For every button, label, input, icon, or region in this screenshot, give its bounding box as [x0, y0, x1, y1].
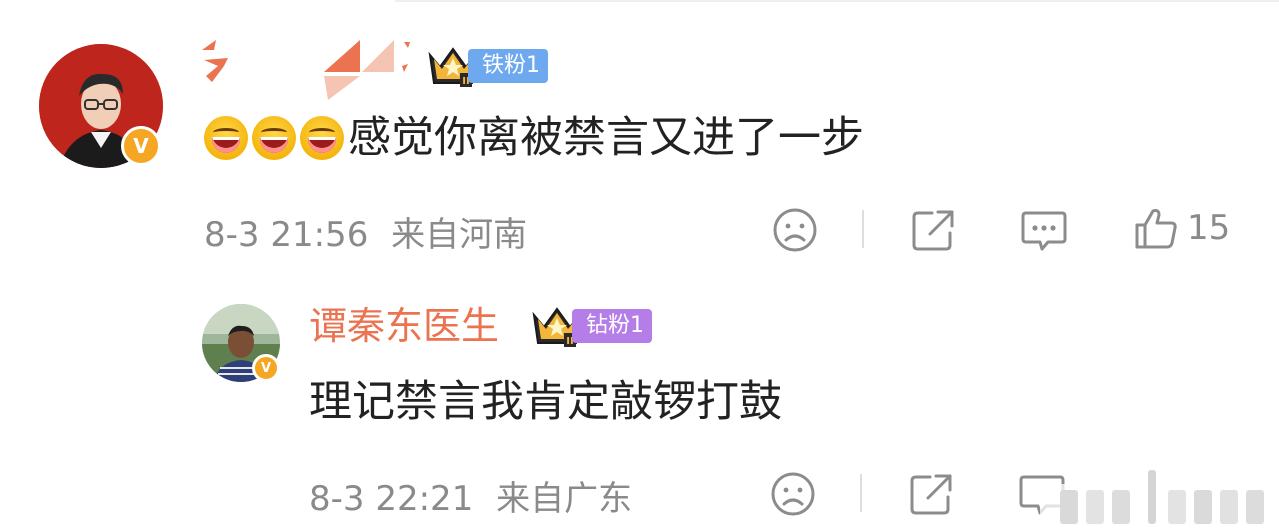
share-button[interactable]: [908, 471, 954, 517]
grinning-face-emoji: [300, 116, 344, 160]
avatar[interactable]: V: [39, 44, 163, 168]
fan-badge[interactable]: II 钻粉1: [530, 305, 652, 347]
like-button[interactable]: 15: [1133, 205, 1230, 251]
like-count: 15: [1187, 208, 1231, 248]
action-divider: [862, 210, 864, 248]
comment-time: 8-3 21:56: [204, 215, 369, 255]
reply-button[interactable]: [1020, 207, 1068, 253]
fan-badge-label: 铁粉1: [468, 49, 548, 83]
share-icon: [910, 474, 952, 515]
action-divider: [860, 474, 862, 512]
watermark: [1040, 470, 1279, 531]
share-icon: [912, 210, 954, 251]
comment-text: 感觉你离被禁言又进了一步: [204, 110, 864, 166]
frown-icon: [771, 472, 815, 516]
comment-text: 理记禁言我肯定敲锣打鼓: [309, 374, 782, 430]
frown-icon: [773, 208, 817, 252]
comment-location: 来自广东: [496, 479, 633, 519]
thumbs-up-icon: [1135, 209, 1177, 249]
comment-meta: 8-3 21:56 来自河南: [204, 207, 527, 256]
comment-icon: [1021, 211, 1067, 251]
grinning-face-emoji: [252, 116, 296, 160]
share-button[interactable]: [910, 207, 956, 253]
dislike-button[interactable]: [772, 207, 818, 253]
username-obscured[interactable]: [198, 36, 418, 100]
verified-badge-icon: V: [252, 354, 280, 382]
comment-time: 8-3 22:21: [309, 479, 474, 519]
fan-badge[interactable]: II 铁粉1: [426, 45, 548, 87]
fan-badge-label: 钻粉1: [572, 309, 652, 343]
comment-body: 理记禁言我肯定敲锣打鼓: [309, 377, 782, 427]
username[interactable]: 谭秦东医生: [309, 304, 499, 348]
dislike-button[interactable]: [770, 471, 816, 517]
comment-meta: 8-3 22:21 来自广东: [309, 471, 632, 520]
comment-body: 感觉你离被禁言又进了一步: [348, 113, 864, 163]
avatar[interactable]: V: [202, 304, 280, 382]
comment-location: 来自河南: [391, 215, 528, 255]
grinning-face-emoji: [204, 116, 248, 160]
top-divider: [395, 0, 1279, 2]
verified-badge-icon: V: [121, 126, 161, 166]
